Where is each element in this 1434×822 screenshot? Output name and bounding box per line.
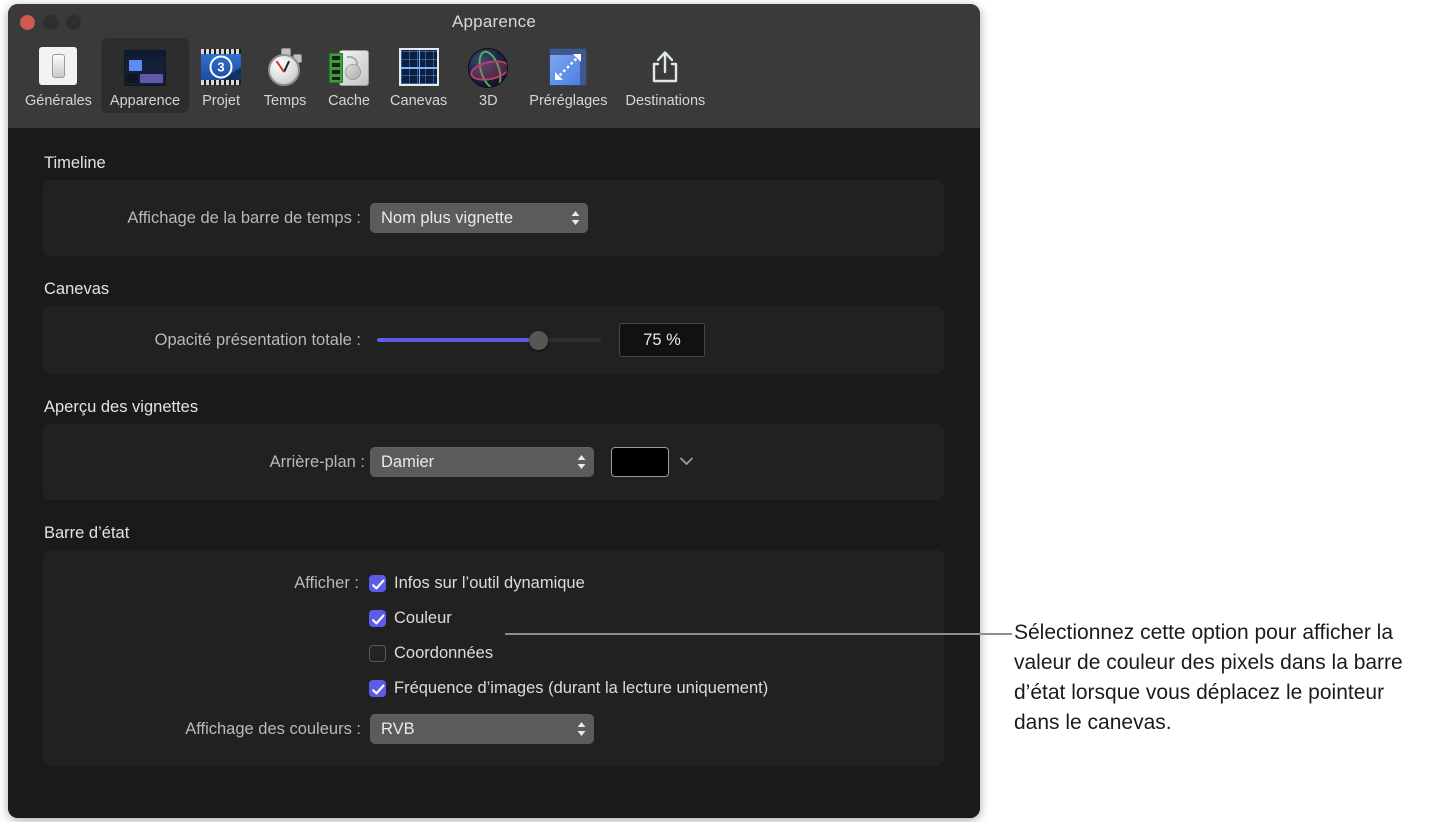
label-presentation-opacity: Opacité présentation totale : [43,331,361,350]
checkbox-row-coordonnees[interactable]: Coordonnées [369,644,493,663]
section-heading-thumbnails: Aperçu des vignettes [44,398,980,417]
resize-arrows-icon [546,44,590,88]
switch-icon [36,44,80,88]
field-presentation-opacity[interactable]: 75 % [619,323,705,357]
checkbox-coordonnees[interactable] [369,645,386,662]
color-well-background[interactable] [611,447,669,477]
window-title: Apparence [8,12,980,32]
toolbar-item-destinations[interactable]: Destinations [616,38,714,113]
value-presentation-opacity: 75 % [643,331,681,350]
slider-fill [377,338,538,342]
label-background: Arrière-plan : [43,453,365,472]
hard-disk-ram-icon [327,44,371,88]
checkbox-tool-info[interactable] [369,575,386,592]
toolbar-label-prereglages: Préréglages [529,93,607,109]
popup-value-background: Damier [381,453,566,472]
label-afficher: Afficher : [43,574,359,593]
preferences-toolbar: Générales Apparence [16,38,714,113]
checkbox-label-couleur: Couleur [394,609,452,628]
label-color-display: Affichage des couleurs : [43,720,361,739]
checkbox-row-frame-rate[interactable]: Fréquence d’images (durant la lecture un… [369,679,768,698]
sphere-orbit-icon [466,44,510,88]
callout-text: Sélectionnez cette option pour afficher … [1014,618,1434,738]
group-thumbnails: Arrière-plan : Damier [43,424,944,500]
popup-color-display[interactable]: RVB [370,714,594,744]
layout-panel-icon [123,44,167,88]
section-heading-canevas: Canevas [44,280,980,299]
grid-canvas-icon [397,44,441,88]
chevron-up-down-icon [570,209,581,227]
checkbox-label-coordonnees: Coordonnées [394,644,493,663]
preferences-window: Apparence Générales [8,4,980,818]
chevron-up-down-icon [576,720,587,738]
chevron-up-down-icon [576,453,587,471]
section-heading-status-bar: Barre d’état [44,524,980,543]
checkbox-row-tool-info[interactable]: Infos sur l’outil dynamique [369,574,585,593]
toolbar-item-generales[interactable]: Générales [16,38,101,113]
toolbar-item-canevas[interactable]: Canevas [381,38,456,113]
preferences-content: Timeline Affichage de la barre de temps … [8,128,980,818]
toolbar-label-generales: Générales [25,93,92,109]
toolbar-label-projet: Projet [202,93,240,109]
film-strip-3-icon: 3 [199,44,243,88]
toolbar-item-apparence[interactable]: Apparence [101,38,189,113]
toolbar-label-apparence: Apparence [110,93,180,109]
checkbox-label-frame-rate: Fréquence d’images (durant la lecture un… [394,679,768,698]
popup-value-timebar-display: Nom plus vignette [381,209,560,228]
checkbox-frame-rate[interactable] [369,680,386,697]
toolbar-label-cache: Cache [328,93,370,109]
checkbox-row-couleur[interactable]: Couleur [369,609,452,628]
popup-timebar-display[interactable]: Nom plus vignette [370,203,588,233]
toolbar-label-3d: 3D [479,93,498,109]
popup-value-color-display: RVB [381,720,566,739]
share-export-icon [643,44,687,88]
toolbar-label-destinations: Destinations [625,93,705,109]
checkbox-couleur[interactable] [369,610,386,627]
checkbox-label-tool-info: Infos sur l’outil dynamique [394,574,585,593]
screenshot-root: Apparence Générales [0,0,1434,822]
toolbar-label-canevas: Canevas [390,93,447,109]
toolbar-item-prereglages[interactable]: Préréglages [520,38,616,113]
toolbar-item-temps[interactable]: Temps [253,38,317,113]
group-canevas: Opacité présentation totale : 75 % [43,306,944,374]
section-heading-timeline: Timeline [44,154,980,173]
chevron-down-icon[interactable] [679,453,694,471]
label-timebar-display: Affichage de la barre de temps : [43,209,361,228]
window-titlebar: Apparence Générales [8,4,980,129]
slider-thumb[interactable] [529,331,548,350]
group-status-bar: Afficher : Infos sur l’outil dynamique [43,550,944,766]
popup-background[interactable]: Damier [370,447,594,477]
toolbar-label-temps: Temps [264,93,307,109]
toolbar-item-3d[interactable]: 3D [456,38,520,113]
toolbar-item-cache[interactable]: Cache [317,38,381,113]
group-timeline: Affichage de la barre de temps : Nom plu… [43,180,944,256]
slider-presentation-opacity[interactable] [377,329,601,351]
callout-leader-line [505,633,1012,635]
stopwatch-icon [263,44,307,88]
toolbar-item-projet[interactable]: 3 Projet [189,38,253,113]
